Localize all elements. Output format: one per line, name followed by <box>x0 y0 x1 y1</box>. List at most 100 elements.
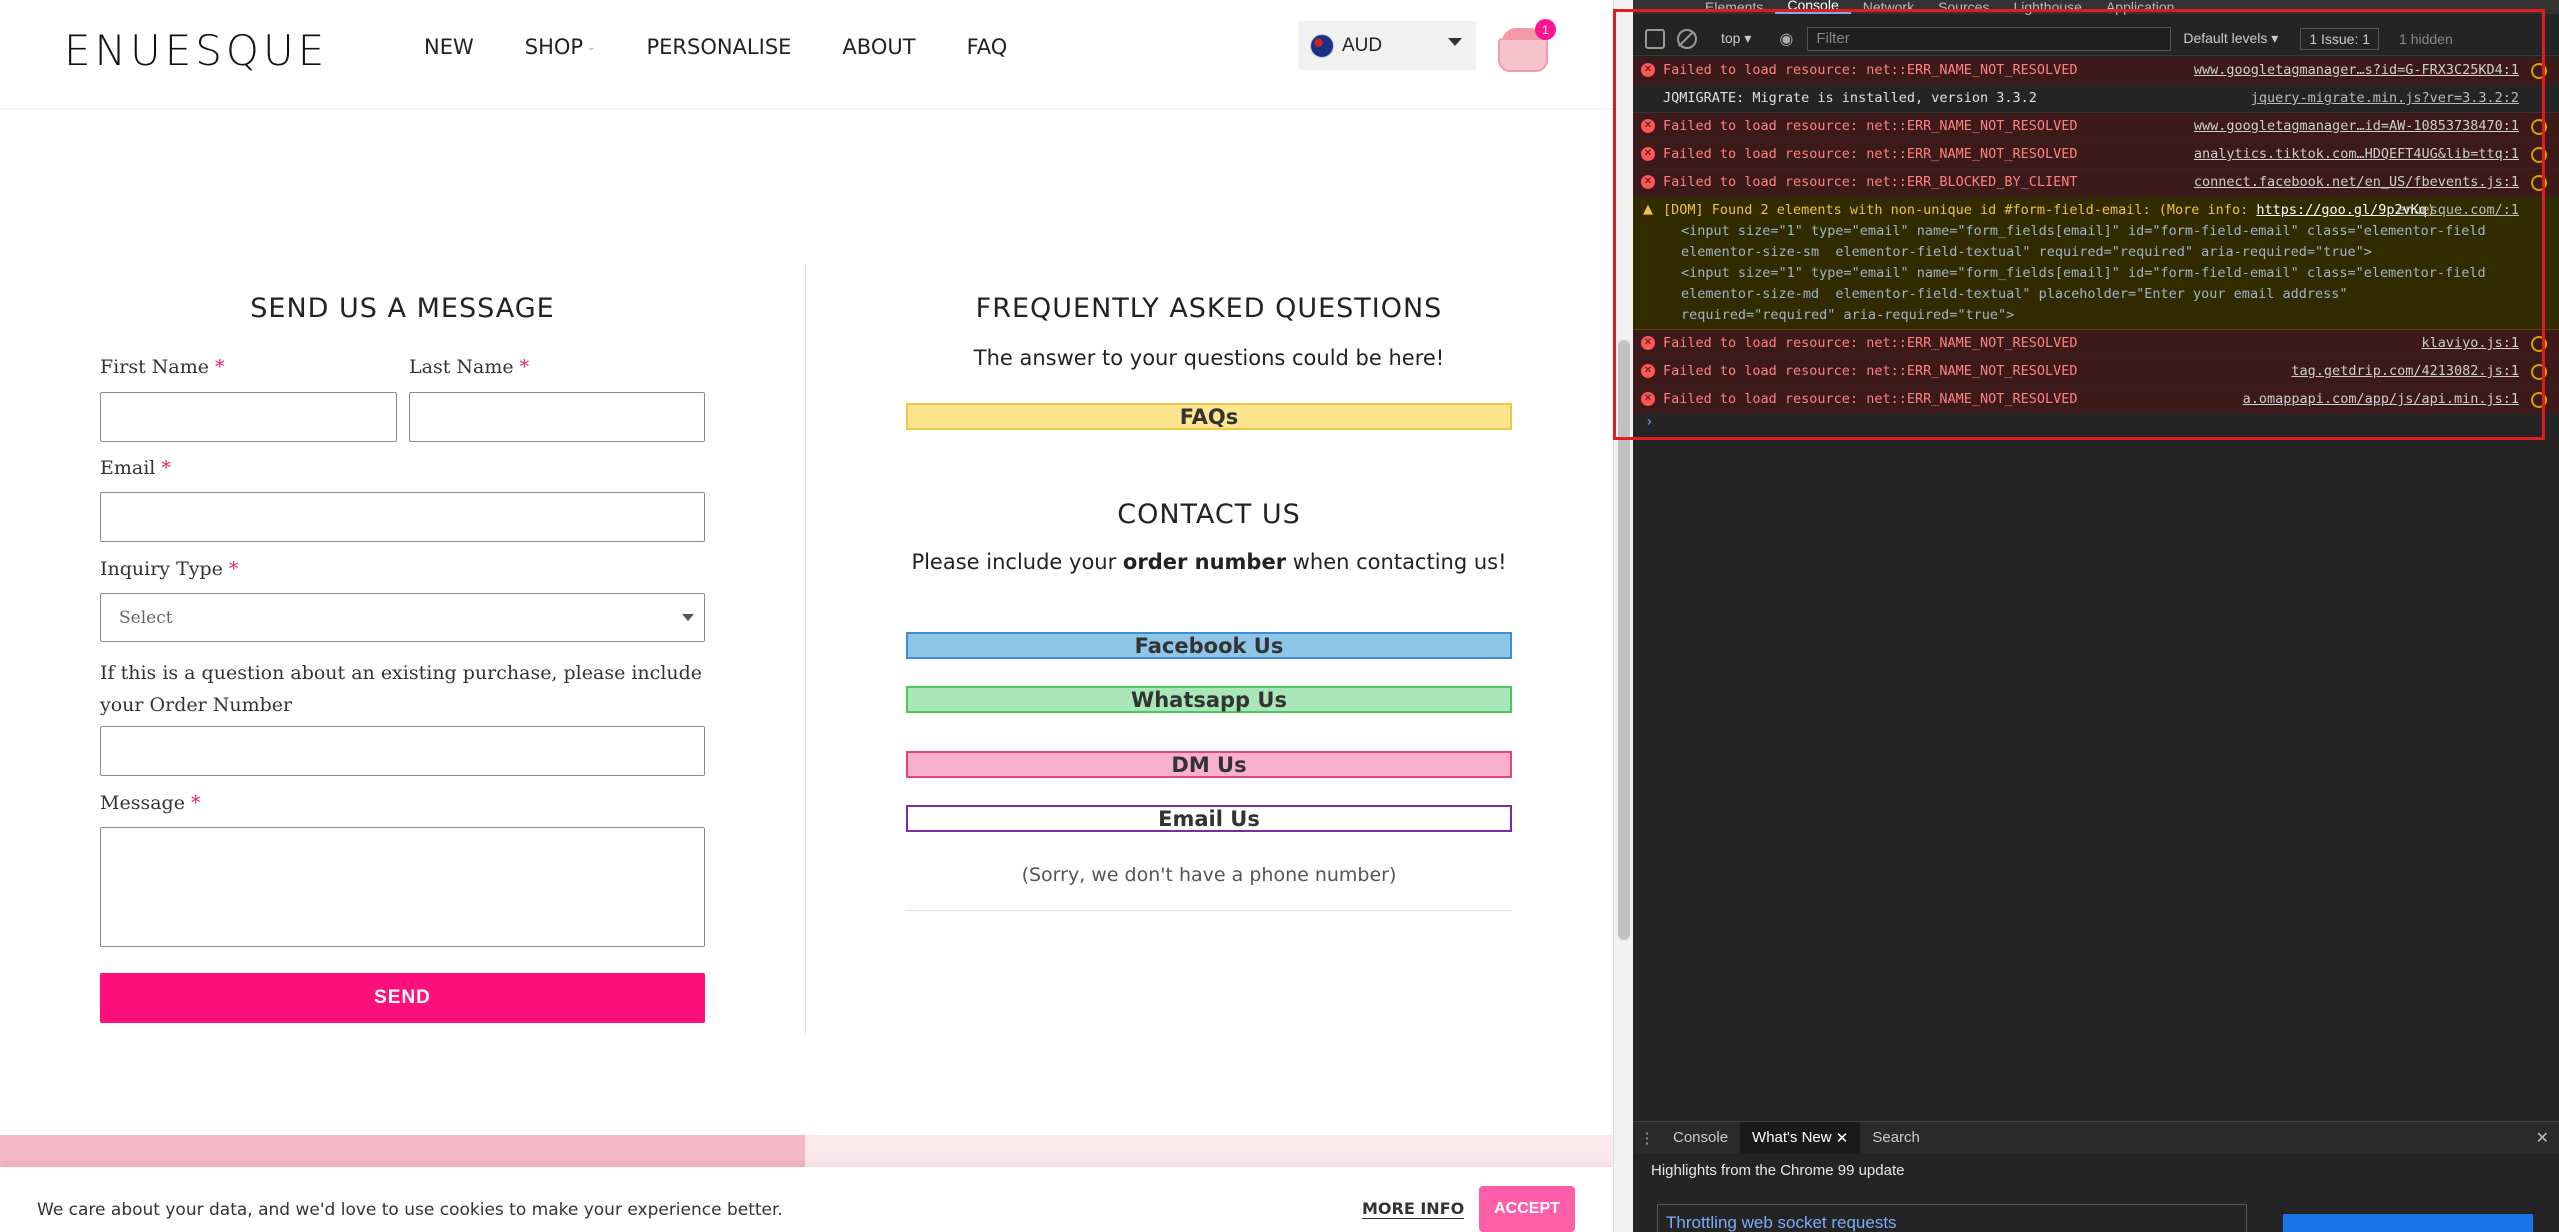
source-link[interactable]: www.googletagmanager…s?id=G-FRX3C25KD4:1 <box>2194 60 2519 81</box>
tab-console[interactable]: Console <box>1775 0 1851 14</box>
console-filter-input[interactable]: Filter <box>1807 26 2172 51</box>
source-link[interactable]: connect.facebook.net/en_US/fbevents.js:1 <box>2194 172 2519 193</box>
nav-shop-label: SHOP <box>524 35 584 59</box>
more-info-link[interactable]: MORE INFO <box>1362 1199 1465 1219</box>
sidebar-toggle-icon[interactable] <box>1645 28 1665 49</box>
clear-console-icon[interactable] <box>1677 28 1697 49</box>
last-name-input[interactable] <box>409 392 705 442</box>
console-warning: ▲ [DOM] Found 2 elements with non-unique … <box>1633 197 2559 330</box>
console-message: ✕ Failed to load resource: net::ERR_NAME_… <box>1633 141 2559 169</box>
source-link[interactable]: enuesque.com/:1 <box>2397 200 2519 221</box>
console-toolbar: top ▾ ◉ Filter Default levels ▾ 1 Issue:… <box>1633 22 2559 56</box>
faqs-button[interactable]: FAQs <box>906 403 1512 430</box>
first-name-label: First Name * <box>100 356 225 378</box>
console-settings-icon <box>2531 364 2547 380</box>
message-label: Message * <box>100 792 201 814</box>
drawer-tab-console[interactable]: Console <box>1661 1122 1740 1154</box>
contact-divider <box>906 910 1512 911</box>
error-icon: ✕ <box>1641 63 1655 77</box>
accept-cookies-button[interactable]: ACCEPT <box>1479 1186 1575 1232</box>
cart-button[interactable]: 1 <box>1496 19 1556 74</box>
email-us-button[interactable]: Email Us <box>906 805 1512 832</box>
send-button[interactable]: SEND <box>100 973 705 1023</box>
page-scrollbar-thumb[interactable] <box>1618 340 1630 940</box>
context-selector[interactable]: top ▾ <box>1715 28 1757 49</box>
facebook-us-button[interactable]: Facebook Us <box>906 632 1512 659</box>
email-input[interactable] <box>100 492 705 542</box>
error-icon: ✕ <box>1641 392 1655 406</box>
column-divider <box>805 265 806 1035</box>
email-label: Email * <box>100 457 171 479</box>
tab-sources[interactable]: Sources <box>1926 0 2001 14</box>
hidden-count: 1 hidden <box>2399 30 2453 47</box>
form-title: SEND US A MESSAGE <box>250 293 555 324</box>
warning-code-line[interactable]: <input size="1" type="email" name="form_… <box>1663 221 2499 263</box>
console-settings-icon <box>2531 63 2547 79</box>
console-message: ✕ Failed to load resource: net::ERR_NAME_… <box>1633 57 2559 85</box>
order-number-label: If this is a question about an existing … <box>100 662 703 716</box>
faq-title: FREQUENTLY ASKED QUESTIONS <box>975 293 1443 324</box>
devtools-pane: Elements Console Network Sources Lightho… <box>1633 0 2559 1232</box>
source-link[interactable]: a.omappapi.com/app/js/api.min.js:1 <box>2243 389 2519 410</box>
site-logo[interactable]: ENUESQUE <box>64 26 328 75</box>
drawer-tab-search[interactable]: Search <box>1860 1122 1932 1154</box>
console-settings-icon <box>2531 147 2547 163</box>
order-number-input[interactable] <box>100 726 705 776</box>
cookie-text: We care about your data, and we'd love t… <box>37 1200 783 1220</box>
issues-button[interactable]: 1 Issue: 1 <box>2300 27 2380 50</box>
warning-code-line[interactable]: <input size="1" type="email" name="form_… <box>1663 263 2499 326</box>
contact-title: CONTACT US <box>1117 499 1301 530</box>
warning-icon: ▲ <box>1643 202 1653 217</box>
nav-personalise[interactable]: PERSONALISE <box>646 35 791 59</box>
error-icon: ✕ <box>1641 147 1655 161</box>
cart-bag-icon <box>1498 38 1548 72</box>
first-name-input[interactable] <box>100 392 397 442</box>
dm-us-button[interactable]: DM Us <box>906 751 1512 778</box>
error-icon: ✕ <box>1641 175 1655 189</box>
console-message: ✕ Failed to load resource: net::ERR_NAME_… <box>1633 358 2559 386</box>
close-drawer-icon[interactable]: ✕ <box>2536 1128 2549 1148</box>
whats-new-panel: Highlights from the Chrome 99 update Thr… <box>1633 1154 2559 1232</box>
currency-selector[interactable]: AUD <box>1298 21 1476 70</box>
drawer-tabs: ⋮ Console What's New ✕ Search ✕ <box>1633 1121 2559 1154</box>
tab-lighthouse[interactable]: Lighthouse <box>2001 0 2094 14</box>
nav-shop[interactable]: SHOP ⌄ <box>525 35 596 59</box>
cart-count-badge: 1 <box>1535 19 1556 40</box>
close-icon[interactable]: ✕ <box>1836 1129 1849 1147</box>
console-settings-icon <box>2531 336 2547 352</box>
tab-application[interactable]: Application <box>2094 0 2187 14</box>
source-link[interactable]: jquery-migrate.min.js?ver=3.3.2:2 <box>2251 88 2519 109</box>
chevron-down-icon: ⌄ <box>587 41 596 53</box>
whats-new-card[interactable]: Throttling web socket requests <box>1657 1204 2247 1232</box>
console-message: ✕ Failed to load resource: net::ERR_BLOCK… <box>1633 169 2559 197</box>
faq-subtitle: The answer to your questions could be he… <box>973 346 1445 370</box>
phone-note: (Sorry, we don't have a phone number) <box>1021 864 1397 886</box>
console-settings-icon <box>2531 119 2547 135</box>
log-levels-dropdown[interactable]: Default levels ▾ <box>2183 30 2278 47</box>
source-link[interactable]: klaviyo.js:1 <box>2421 333 2519 354</box>
chevron-down-icon <box>682 614 694 621</box>
source-link[interactable]: www.googletagmanager…id=AW-10853738470:1 <box>2194 116 2519 137</box>
console-prompt[interactable]: › <box>1633 414 2559 430</box>
drawer-tab-whats-new[interactable]: What's New ✕ <box>1740 1121 1861 1154</box>
inquiry-type-select[interactable]: Select <box>100 593 705 642</box>
message-textarea[interactable] <box>100 827 705 947</box>
nav-about[interactable]: ABOUT <box>842 35 915 59</box>
main-nav: NEW SHOP ⌄ PERSONALISE ABOUT FAQ <box>424 35 1058 59</box>
page-scrollbar[interactable] <box>1613 0 1633 1232</box>
caret-down-icon <box>1448 38 1462 46</box>
eye-icon[interactable]: ◉ <box>1779 29 1793 49</box>
whats-new-image <box>2283 1214 2533 1232</box>
console-message: ✕ Failed to load resource: net::ERR_NAME_… <box>1633 113 2559 141</box>
kebab-menu-icon[interactable]: ⋮ <box>1633 1129 1661 1147</box>
source-link[interactable]: tag.getdrip.com/4213082.js:1 <box>2291 361 2519 382</box>
source-link[interactable]: analytics.tiktok.com…HDQEFT4UG&lib=ttq:1 <box>2194 144 2519 165</box>
nav-faq[interactable]: FAQ <box>967 35 1008 59</box>
inquiry-type-value: Select <box>119 607 173 628</box>
nav-new[interactable]: NEW <box>424 35 474 59</box>
cookie-banner: We care about your data, and we'd love t… <box>0 1167 1613 1232</box>
tab-network[interactable]: Network <box>1851 0 1926 14</box>
contact-note: Please include your order number when co… <box>911 550 1507 574</box>
whatsapp-us-button[interactable]: Whatsapp Us <box>906 686 1512 713</box>
tab-elements[interactable]: Elements <box>1693 0 1775 14</box>
